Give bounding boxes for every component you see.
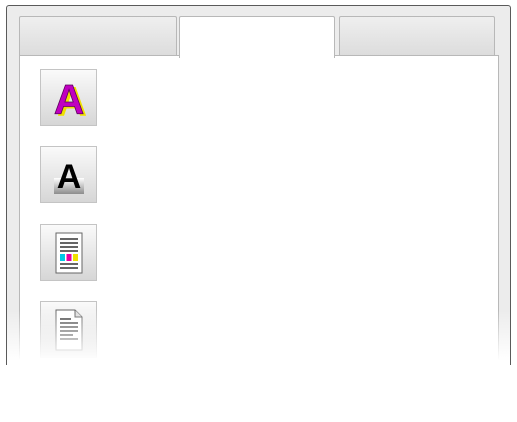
dialog-window: A A A [6,5,511,365]
tab-panel: A A A [19,55,499,365]
grayscale-text-option[interactable]: A [40,146,97,203]
color-text-option[interactable]: A A [40,69,97,126]
color-document-option[interactable] [40,224,97,281]
tab-center[interactable] [179,16,335,58]
plain-document-option[interactable] [40,301,97,358]
svg-text:A: A [53,76,83,121]
plain-document-icon [55,309,82,350]
svg-text:A: A [56,158,81,196]
color-document-icon [55,232,82,273]
grayscale-text-icon: A [53,158,84,196]
tab-right[interactable] [339,16,495,56]
tab-left[interactable] [19,16,177,56]
color-text-icon: A A [53,75,87,121]
